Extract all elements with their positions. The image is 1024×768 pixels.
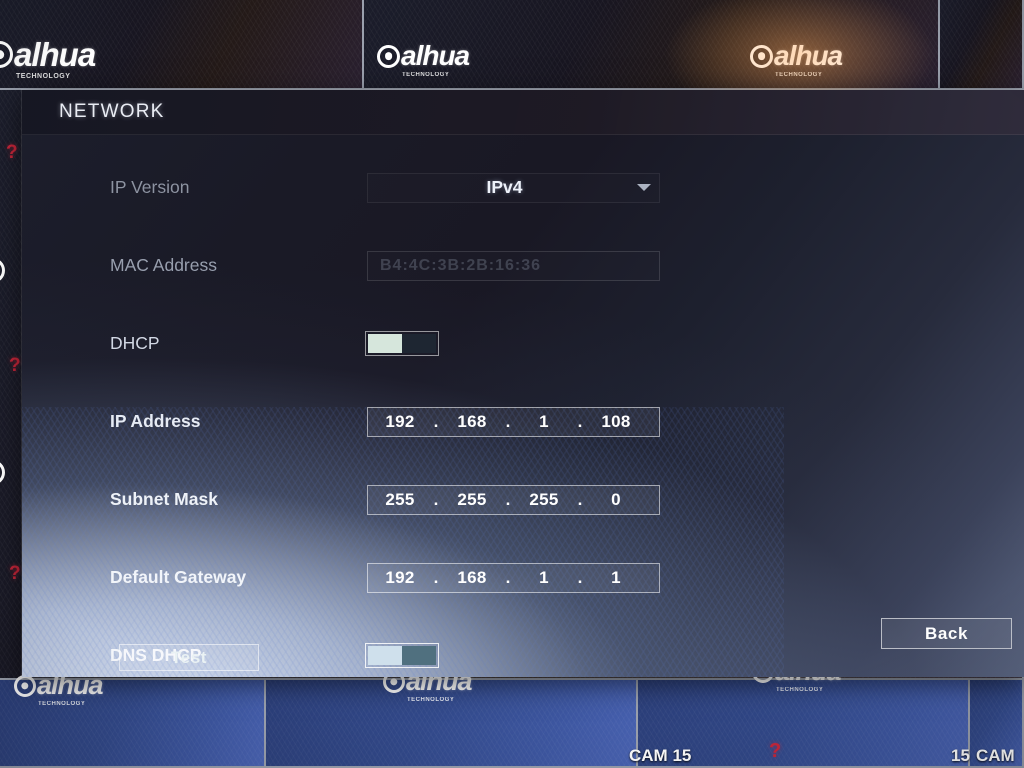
label-subnet-mask: Subnet Mask — [110, 489, 218, 509]
mac-address-value: B4:4C:3B:2B:16:36 — [380, 256, 542, 274]
mac-address-field: B4:4C:3B:2B:16:36 — [367, 250, 660, 281]
dahua-tagline: TECHNOLOGY — [38, 701, 86, 707]
ip-dot: . — [505, 411, 511, 431]
back-button[interactable]: Back — [881, 618, 1012, 649]
gateway-octet-2[interactable]: 168 — [444, 568, 500, 588]
no-signal-marker: ? — [769, 740, 782, 762]
no-signal-marker: ? — [9, 355, 21, 376]
subnet-octet-3[interactable]: 255 — [516, 490, 572, 510]
dahua-wordmark: alhua — [774, 40, 843, 71]
ip-dot: . — [577, 489, 583, 509]
camera-label: CAM — [976, 746, 1015, 765]
ip-octet-1[interactable]: 192 — [372, 412, 428, 432]
subnet-mask-field[interactable]: 255 . 255 . 255 . 0 — [367, 484, 660, 515]
ip-version-value: IPv4 — [486, 177, 523, 197]
dahua-logo: alhua TECHNOLOGY — [377, 40, 470, 78]
label-ip-version: IP Version — [110, 177, 190, 197]
dahua-wordmark: alhua — [14, 36, 96, 73]
page-title: NETWORK — [59, 101, 165, 122]
gateway-octet-1[interactable]: 192 — [372, 568, 428, 588]
ip-dot: . — [505, 567, 511, 587]
form-row-ip-address: IP Address 192 . 168 . 1 . 108 — [22, 402, 1024, 441]
form-row-mac-address: MAC Address B4:4C:3B:2B:16:36 — [22, 246, 1024, 285]
dns-dhcp-toggle-knob — [368, 646, 402, 665]
dhcp-toggle-track — [402, 334, 436, 353]
network-settings-dialog: NETWORK IP Version IPv4 MAC Address B4:4… — [22, 90, 1024, 677]
form-row-default-gateway: Default Gateway 192 . 168 . 1 . 1 — [22, 558, 1024, 597]
nvr-screen-photo: alhua TECHNOLOGY alhua TECHNOLOGY alhua … — [0, 0, 1024, 768]
ip-dot: . — [433, 411, 439, 431]
ip-octet-2[interactable]: 168 — [444, 412, 500, 432]
dns-dhcp-toggle-track — [402, 646, 436, 665]
form-row-subnet-mask: Subnet Mask 255 . 255 . 255 . 0 — [22, 480, 1024, 519]
dialog-titlebar: NETWORK — [22, 90, 1024, 135]
dahua-tagline: TECHNOLOGY — [776, 687, 824, 693]
ip-version-select[interactable]: IPv4 — [367, 172, 660, 203]
dahua-tagline: TECHNOLOGY — [16, 73, 71, 80]
live-view-row-bottom — [0, 680, 1024, 768]
label-ip-address: IP Address — [110, 411, 201, 431]
camera-label: 15 — [951, 746, 970, 765]
network-form: IP Version IPv4 MAC Address B4:4C:3B:2B:… — [22, 134, 1024, 668]
no-signal-marker: ? — [9, 563, 21, 584]
dahua-ring-icon — [0, 41, 13, 68]
ip-dot: . — [577, 411, 583, 431]
test-button[interactable]: Test — [119, 644, 259, 671]
chevron-down-icon — [637, 184, 651, 191]
subnet-octet-1[interactable]: 255 — [372, 490, 428, 510]
gateway-octet-3[interactable]: 1 — [516, 568, 572, 588]
live-view-row-top — [0, 0, 1024, 90]
subnet-octet-4[interactable]: 0 — [588, 490, 644, 510]
no-signal-marker: ? — [6, 142, 18, 163]
dhcp-toggle-knob — [368, 334, 402, 353]
dahua-logo — [0, 460, 6, 485]
dahua-logo — [0, 258, 6, 283]
default-gateway-field[interactable]: 192 . 168 . 1 . 1 — [367, 562, 660, 593]
label-default-gateway: Default Gateway — [110, 567, 247, 587]
dns-dhcp-toggle[interactable] — [365, 643, 439, 668]
label-dhcp: DHCP — [110, 333, 160, 353]
form-row-dhcp: DHCP — [22, 324, 1024, 363]
dahua-logo: alhua TECHNOLOGY — [14, 672, 104, 707]
dahua-ring-icon — [750, 44, 773, 68]
camera-tile[interactable] — [940, 0, 1024, 90]
dahua-ring-icon — [14, 674, 36, 697]
ip-octet-4[interactable]: 108 — [588, 412, 644, 432]
subnet-octet-2[interactable]: 255 — [444, 490, 500, 510]
dahua-wordmark: alhua — [401, 40, 470, 71]
ip-dot: . — [433, 567, 439, 587]
dhcp-toggle[interactable] — [365, 331, 439, 356]
label-mac-address: MAC Address — [110, 255, 217, 275]
ip-dot: . — [505, 489, 511, 509]
dahua-tagline: TECHNOLOGY — [402, 72, 450, 78]
ip-dot: . — [577, 567, 583, 587]
dahua-logo: alhua TECHNOLOGY — [0, 36, 96, 80]
form-row-ip-version: IP Version IPv4 — [22, 168, 1024, 207]
dahua-logo: alhua TECHNOLOGY — [750, 40, 843, 78]
ip-address-field[interactable]: 192 . 168 . 1 . 108 — [367, 406, 660, 437]
ip-octet-3[interactable]: 1 — [516, 412, 572, 432]
ip-dot: . — [433, 489, 439, 509]
dahua-tagline: TECHNOLOGY — [775, 72, 823, 78]
dahua-tagline: TECHNOLOGY — [407, 697, 455, 703]
camera-label: CAM 15 — [629, 746, 692, 765]
dahua-ring-icon — [0, 460, 5, 485]
gateway-octet-4[interactable]: 1 — [588, 568, 644, 588]
dahua-ring-icon — [377, 44, 400, 68]
dahua-ring-icon — [0, 258, 5, 283]
